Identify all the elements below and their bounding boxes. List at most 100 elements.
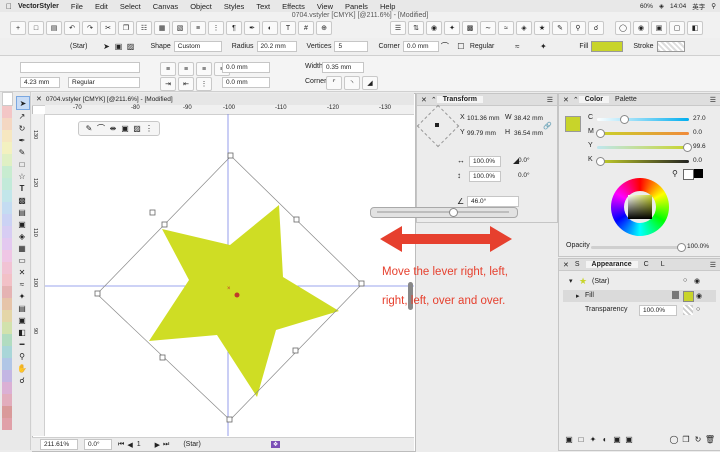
add-stroke-icon[interactable]: □ bbox=[575, 433, 587, 445]
select-tool-icon[interactable]: ➤ bbox=[16, 96, 30, 110]
swatch-21[interactable] bbox=[2, 346, 12, 358]
boolean-icon[interactable]: ◐ bbox=[262, 21, 278, 35]
fullscreen-icon[interactable]: ▢ bbox=[669, 21, 685, 35]
select-arrow-icon[interactable]: ➤ bbox=[101, 41, 113, 53]
ruler-left[interactable]: 130 120 110 100 90 bbox=[32, 114, 45, 436]
add-fill-icon[interactable]: ▣ bbox=[563, 433, 575, 445]
color-square[interactable] bbox=[628, 195, 652, 219]
w-field[interactable]: 38.42 mm bbox=[514, 115, 543, 122]
skew-h-field[interactable]: 0.0° bbox=[515, 156, 537, 165]
target-icon[interactable]: ○ bbox=[683, 277, 687, 284]
hand-tool-icon[interactable]: ✋ bbox=[16, 362, 28, 374]
app-menu[interactable]: VectorStyler bbox=[18, 3, 59, 10]
outdent-icon[interactable]: ⇤ bbox=[178, 77, 194, 91]
shadow-icon[interactable]: ▩ bbox=[462, 21, 478, 35]
eraser-tool-icon[interactable]: ▭ bbox=[16, 254, 28, 266]
align-center-icon[interactable]: ≡ bbox=[178, 62, 194, 76]
brush-icon[interactable]: ✎ bbox=[552, 21, 568, 35]
node-tool-icon[interactable]: ↗ bbox=[16, 110, 28, 122]
add-image-icon[interactable]: ▣ bbox=[611, 433, 623, 445]
corner-field[interactable]: 0.0 mm bbox=[402, 41, 439, 52]
visibility-icon[interactable]: ◉ bbox=[694, 277, 700, 285]
black-swatch[interactable] bbox=[694, 169, 703, 178]
menu-file[interactable]: File bbox=[71, 2, 83, 11]
zoom-field[interactable]: 211.61% bbox=[40, 439, 78, 450]
text-icon[interactable]: T bbox=[280, 21, 296, 35]
scale-w-field[interactable]: 100.0% bbox=[469, 156, 501, 167]
open-icon[interactable]: □ bbox=[28, 21, 44, 35]
transform-tool-icon[interactable]: ↻ bbox=[16, 122, 28, 134]
rotate-slider-lever[interactable] bbox=[449, 208, 458, 217]
tab-color[interactable]: Color bbox=[578, 96, 610, 103]
tab-c[interactable]: C bbox=[638, 261, 655, 268]
redo-icon[interactable]: ↷ bbox=[82, 21, 98, 35]
swatch-23[interactable] bbox=[2, 370, 12, 382]
center-point[interactable] bbox=[234, 292, 240, 298]
swatch-4[interactable] bbox=[2, 142, 12, 154]
duplicate-icon[interactable]: ❐ bbox=[680, 433, 692, 445]
font-size-field[interactable]: 4.23 mm bbox=[20, 77, 60, 88]
swatch-2[interactable] bbox=[2, 118, 12, 130]
swatch-7[interactable] bbox=[2, 178, 12, 190]
distribute-icon[interactable]: ⋮ bbox=[208, 21, 224, 35]
fill-tool-icon[interactable]: ▩ bbox=[16, 194, 28, 206]
outline-icon[interactable]: ◉ bbox=[633, 21, 649, 35]
rotate-field[interactable]: 46.0° bbox=[467, 196, 519, 207]
fill-visibility-icon[interactable]: ◉ bbox=[696, 292, 702, 300]
swatch-white[interactable] bbox=[2, 92, 13, 106]
swatch-13[interactable] bbox=[2, 250, 12, 262]
save-icon[interactable]: ▤ bbox=[46, 21, 62, 35]
transform-icon[interactable]: ▨ bbox=[125, 41, 137, 53]
snapshot-icon[interactable]: ▣ bbox=[623, 433, 635, 445]
menu-styles[interactable]: Styles bbox=[224, 2, 244, 11]
page-number[interactable]: 1 bbox=[137, 441, 141, 448]
swatch-17[interactable] bbox=[2, 298, 12, 310]
panel-menu-icon[interactable]: ☰ bbox=[547, 96, 553, 104]
m-knob[interactable] bbox=[596, 129, 605, 138]
canvas-tab-title[interactable]: 0704.vstyler [CMYK] [@211.6%] - [Modifie… bbox=[46, 96, 173, 103]
last-page-icon[interactable]: ⏭ bbox=[163, 441, 169, 449]
warp-tool-icon[interactable]: ≈ bbox=[16, 278, 28, 290]
measure-tool-icon[interactable]: ━ bbox=[16, 338, 28, 350]
swatch-24[interactable] bbox=[2, 382, 12, 394]
angle-field[interactable]: 0.0° bbox=[84, 439, 112, 450]
c-field[interactable]: 27.0 bbox=[693, 115, 706, 122]
panel-menu-icon[interactable]: ☰ bbox=[710, 261, 716, 269]
expand-star-icon[interactable]: ▾ bbox=[569, 277, 573, 285]
align-icon[interactable]: ≡ bbox=[190, 21, 206, 35]
eyedropper-icon[interactable]: ⚲ bbox=[672, 169, 678, 178]
opacity-field[interactable]: 100.0% bbox=[687, 243, 709, 250]
fill-color-swatch[interactable] bbox=[683, 291, 694, 302]
tab-l[interactable]: L bbox=[655, 261, 671, 268]
preview-icon[interactable]: ◯ bbox=[615, 21, 631, 35]
add-effect-icon[interactable]: ✦ bbox=[587, 433, 599, 445]
grid-icon[interactable]: # bbox=[298, 21, 314, 35]
symbol-icon[interactable]: ★ bbox=[534, 21, 550, 35]
menu-help[interactable]: Help bbox=[380, 2, 395, 11]
swatch-1[interactable] bbox=[2, 106, 12, 118]
vertices-field[interactable]: 5 bbox=[334, 41, 369, 52]
panel-toggle-icon[interactable]: ◧ bbox=[687, 21, 703, 35]
opacity-slider[interactable] bbox=[591, 246, 683, 249]
fill-swatch[interactable] bbox=[591, 41, 624, 52]
pixel-icon[interactable]: ▣ bbox=[651, 21, 667, 35]
y-field[interactable]: 99.79 mm bbox=[467, 130, 496, 137]
object-row-label[interactable]: (Star) bbox=[592, 278, 610, 285]
new-icon[interactable]: + bbox=[10, 21, 26, 35]
k-field[interactable]: 0.0 bbox=[693, 157, 702, 164]
spacing-before-field[interactable]: 0.0 mm bbox=[222, 62, 270, 73]
ungroup-icon[interactable]: ▧ bbox=[172, 21, 188, 35]
zoom-icon[interactable]: ☌ bbox=[588, 21, 604, 35]
panel-close-icon[interactable]: ✕ bbox=[563, 96, 569, 104]
transparency-field[interactable]: 100.0% bbox=[639, 305, 677, 316]
shape-select[interactable]: Custom bbox=[173, 41, 222, 52]
swatch-12[interactable] bbox=[2, 238, 12, 250]
node-icon[interactable]: ▣ bbox=[113, 41, 125, 53]
swatch-11[interactable] bbox=[2, 226, 12, 238]
menu-view[interactable]: View bbox=[317, 2, 333, 11]
eyedrop-tool-icon[interactable]: ⚲ bbox=[16, 350, 28, 362]
add-color-icon[interactable]: ◐ bbox=[599, 433, 611, 445]
corner-round-icon[interactable]: ◝ bbox=[344, 76, 360, 90]
lock-proportions-icon[interactable]: 🔗 bbox=[543, 122, 552, 130]
menu-edit[interactable]: Edit bbox=[95, 2, 108, 11]
